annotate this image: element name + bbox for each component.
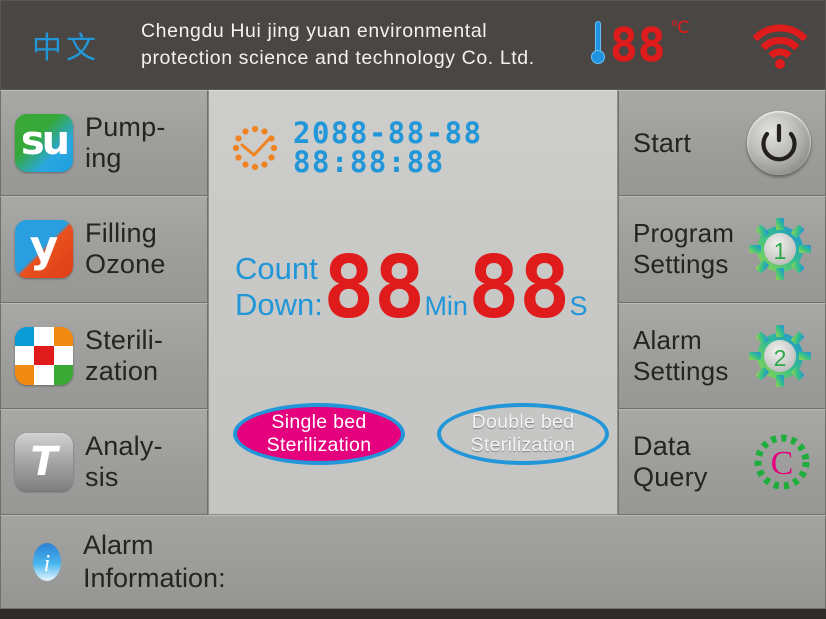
menu-item-label: Filling Ozone bbox=[85, 218, 166, 280]
gear-icon: 2 bbox=[749, 324, 811, 387]
menu-item-label: Pump- ing bbox=[85, 112, 166, 174]
single-bed-sterilization-button[interactable]: Single bed Sterilization bbox=[233, 403, 405, 465]
power-button-icon[interactable] bbox=[747, 111, 811, 176]
temperature-indicator: 88 ℃ bbox=[590, 0, 825, 90]
left-menu-column: su Pump- ing y Filling Ozone Sterili- za… bbox=[0, 90, 208, 515]
countdown-seconds-value: 88 bbox=[467, 238, 571, 338]
bed-mode-selector: Single bed Sterilization Double bed Ster… bbox=[233, 403, 609, 465]
letter-t-icon: T bbox=[15, 432, 73, 491]
double-bed-sterilization-button[interactable]: Double bed Sterilization bbox=[437, 403, 609, 465]
menu-item-analysis[interactable]: T Analy- sis bbox=[0, 408, 208, 515]
menu-item-data-query[interactable]: Data Query C bbox=[618, 408, 826, 515]
menu-item-filling-ozone[interactable]: y Filling Ozone bbox=[0, 196, 208, 303]
info-i-icon: i bbox=[33, 543, 61, 581]
checker-cell-8 bbox=[53, 365, 73, 385]
device-hmi-screen: 中文 Chengdu Hui jing yuan environmental p… bbox=[0, 0, 826, 619]
minutes-unit-label: Min bbox=[424, 291, 468, 321]
menu-item-pumping[interactable]: su Pump- ing bbox=[0, 90, 208, 197]
wifi-dot bbox=[775, 59, 785, 69]
alarm-information-bar: i Alarm Information: bbox=[0, 515, 826, 609]
power-glyph bbox=[761, 124, 797, 162]
su-glyph: su bbox=[20, 118, 70, 165]
checker-cell-7 bbox=[34, 365, 54, 385]
menu-item-label: Sterili- zation bbox=[85, 324, 164, 386]
datetime-value: 2088-88-88 88:88:88 bbox=[293, 116, 483, 179]
letter-y-icon: y bbox=[15, 220, 73, 279]
wifi-icon bbox=[752, 24, 808, 69]
seconds-unit-label: S bbox=[569, 291, 588, 321]
info-glyph: i bbox=[44, 551, 51, 577]
right-menu-column: Start Program Settings 1 Alarm Settings … bbox=[618, 90, 826, 515]
menu-item-start[interactable]: Start bbox=[618, 90, 826, 197]
language-toggle-button[interactable]: 中文 bbox=[1, 23, 131, 67]
thermometer-icon bbox=[590, 17, 606, 73]
data-query-badge: C bbox=[771, 445, 794, 482]
temperature-unit: ℃ bbox=[670, 18, 690, 37]
thermometer-bulb bbox=[591, 50, 605, 64]
checker-cell-3 bbox=[15, 345, 35, 366]
countdown-label: Count Down: bbox=[235, 251, 323, 322]
company-title: Chengdu Hui jing yuan environmental prot… bbox=[141, 20, 535, 69]
gear-badge-number: 1 bbox=[774, 238, 787, 264]
menu-item-label: Analy- sis bbox=[85, 430, 163, 492]
menu-item-alarm-settings[interactable]: Alarm Settings 2 bbox=[618, 302, 826, 409]
menu-item-program-settings[interactable]: Program Settings 1 bbox=[618, 196, 826, 303]
gear-badge-number: 2 bbox=[774, 345, 787, 371]
color-checkerboard-icon bbox=[15, 326, 73, 385]
t-glyph: T bbox=[30, 438, 58, 485]
main-body: su Pump- ing y Filling Ozone Sterili- za… bbox=[0, 90, 826, 515]
datetime-display: 2088-88-88 88:88:88 bbox=[231, 119, 617, 177]
temperature-value: 88 bbox=[610, 18, 666, 72]
menu-item-label: Alarm Settings bbox=[633, 324, 729, 386]
data-query-c-icon: C bbox=[754, 434, 810, 490]
dotted-clock-icon bbox=[232, 125, 278, 171]
checker-cell-6 bbox=[15, 365, 35, 385]
center-display-panel: 2088-88-88 88:88:88 Count Down: 88 Min 8… bbox=[208, 90, 618, 515]
checker-cell-0 bbox=[15, 326, 35, 346]
gear-icon: 1 bbox=[749, 218, 811, 281]
stumbleupon-su-icon: su bbox=[15, 114, 73, 173]
alarm-information-label: Alarm Information: bbox=[83, 530, 226, 593]
menu-item-label: Data Query bbox=[633, 430, 708, 492]
checker-cell-1 bbox=[34, 326, 54, 346]
menu-item-label: Program Settings bbox=[633, 218, 735, 280]
countdown-display: Count Down: 88 Min 88 S bbox=[235, 238, 588, 338]
countdown-minutes-value: 88 bbox=[322, 238, 426, 338]
y-glyph: y bbox=[29, 221, 59, 273]
checker-cell-2 bbox=[53, 326, 73, 346]
checker-cell-5 bbox=[53, 345, 73, 366]
checker-cell-4 bbox=[34, 345, 54, 366]
header-bar: 中文 Chengdu Hui jing yuan environmental p… bbox=[0, 0, 826, 90]
menu-item-label: Start bbox=[633, 127, 692, 158]
menu-item-sterilization[interactable]: Sterili- zation bbox=[0, 302, 208, 409]
